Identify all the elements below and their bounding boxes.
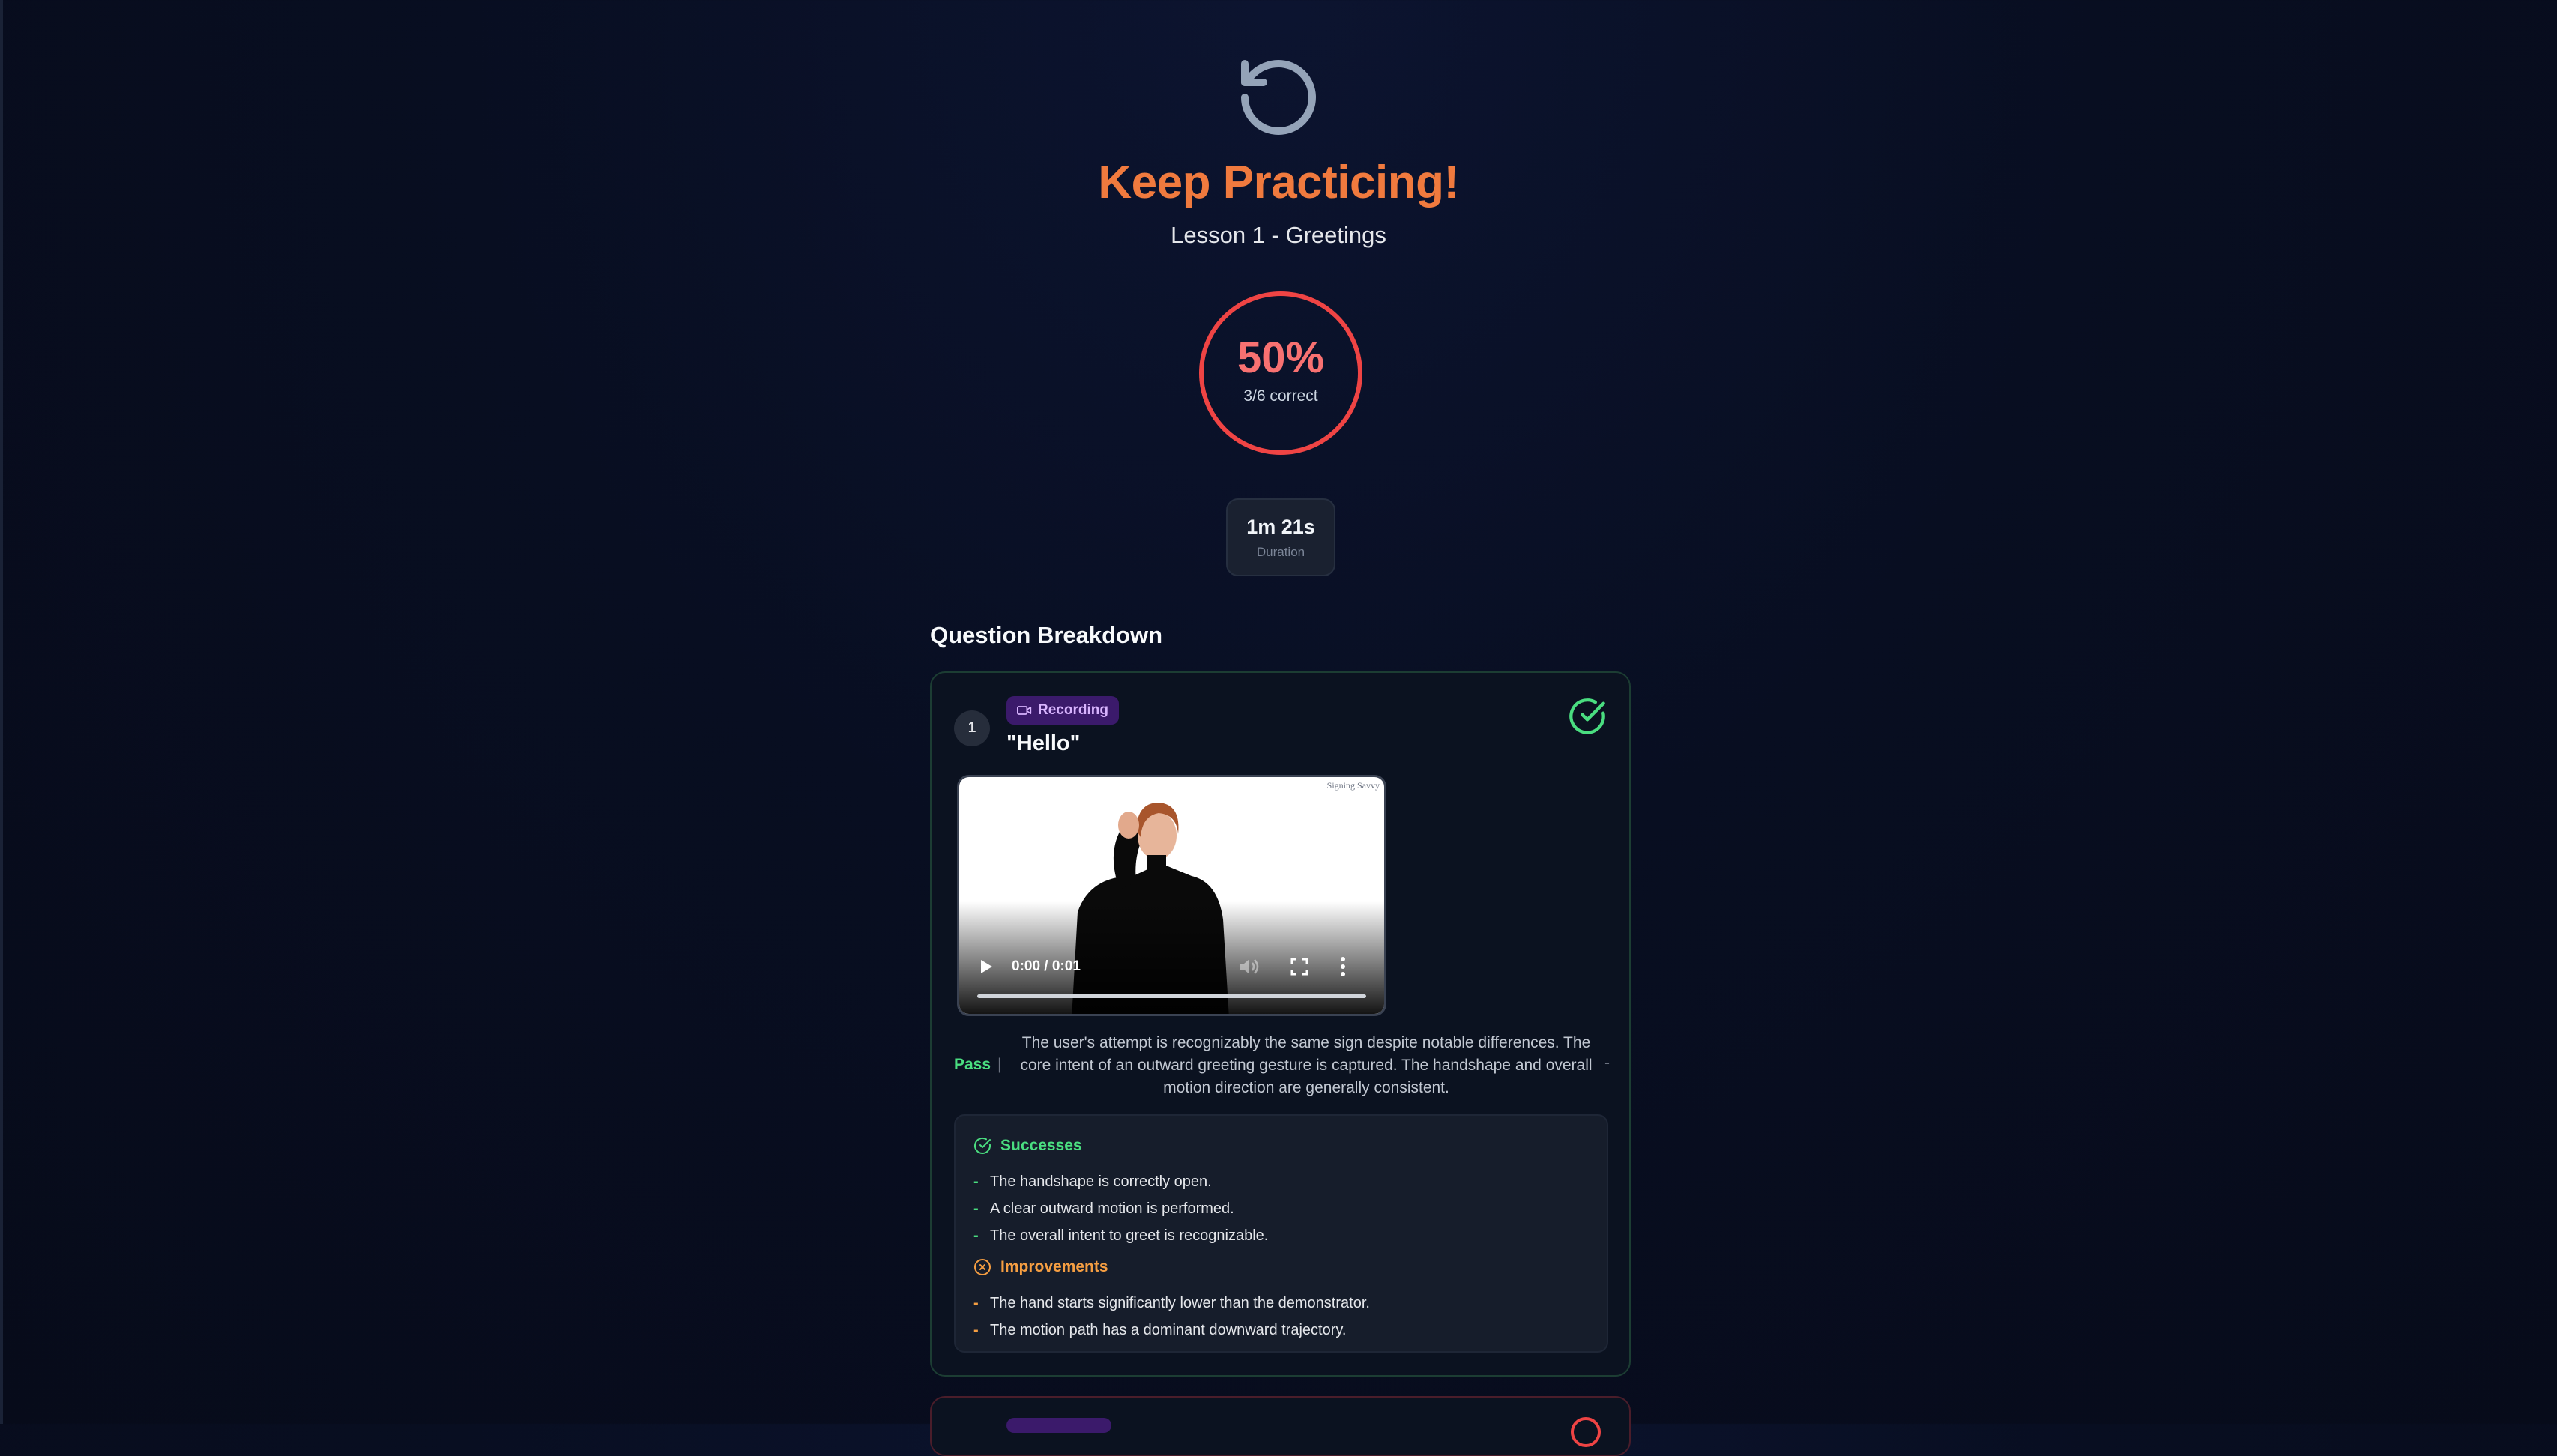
video-player[interactable]: Signing Savvy 0:00 / 0:01 <box>957 775 1386 1016</box>
successes-heading: Successes <box>973 1137 1082 1155</box>
list-item: - The motion path has a dominant downward… <box>973 1317 1370 1344</box>
duration-value: 1m 21s <box>1246 515 1315 538</box>
lesson-subtitle: Lesson 1 - Greetings <box>1171 222 1386 249</box>
success-text: A clear outward motion is performed. <box>990 1200 1234 1217</box>
list-dash: - <box>973 1321 979 1338</box>
question-type-badge: Recording <box>1006 696 1119 725</box>
result-label: Pass <box>954 1056 991 1073</box>
list-item: - The overall intent to greet is recogniz… <box>973 1222 1268 1249</box>
improvements-title: Improvements <box>1000 1258 1108 1275</box>
video-progress-bar[interactable] <box>977 994 1366 998</box>
question-card: 1 Recording "Hello" Signing Savvy 0:00 /… <box>930 671 1631 1377</box>
volume-icon[interactable] <box>1238 957 1259 976</box>
list-dash: - <box>973 1227 979 1244</box>
feedback-panel: Successes - The handshape is correctly op… <box>954 1114 1608 1353</box>
successes-title: Successes <box>1000 1137 1082 1154</box>
success-text: The overall intent to greet is recogniza… <box>990 1227 1269 1244</box>
list-item: -A clear outward motion is performed. <box>973 1195 1268 1222</box>
list-dash: - <box>973 1294 979 1311</box>
fullscreen-icon[interactable] <box>1290 958 1308 976</box>
play-icon[interactable] <box>979 958 994 975</box>
more-options-icon[interactable] <box>1338 956 1347 977</box>
successes-list: - The handshape is correctly open. -A cle… <box>973 1168 1268 1249</box>
score-ring: 50% 3/6 correct <box>1199 291 1362 455</box>
result-explanation: The user's attempt is recognizably the s… <box>1020 1034 1593 1096</box>
score-correct-count: 3/6 correct <box>1243 387 1318 405</box>
next-question-card <box>930 1396 1631 1456</box>
improvements-list: - The hand starts significantly lower tha… <box>973 1290 1370 1344</box>
video-controls: 0:00 / 0:01 <box>959 946 1384 1014</box>
score-percent: 50% <box>1237 333 1325 382</box>
next-question-badge <box>1006 1418 1111 1433</box>
question-number: 1 <box>954 710 990 746</box>
question-word: "Hello" <box>1006 731 1081 755</box>
check-circle-icon <box>1569 698 1605 734</box>
video-time: 0:00 / 0:01 <box>1012 958 1081 974</box>
results-header: Keep Practicing! Lesson 1 - Greetings <box>0 52 2557 249</box>
retry-icon <box>1241 60 1316 135</box>
success-text: The handshape is correctly open. <box>990 1173 1212 1190</box>
x-circle-icon <box>974 1259 991 1275</box>
list-dash: - <box>973 1173 979 1190</box>
evaluation-result: Pass | The user's attempt is recognizabl… <box>954 1032 1610 1099</box>
video-watermark: Signing Savvy <box>1326 780 1380 791</box>
video-camera-icon <box>1017 706 1032 715</box>
improvement-text: The motion path has a dominant downward … <box>990 1321 1347 1338</box>
duration-label: Duration <box>1256 544 1305 559</box>
page-title: Keep Practicing! <box>1098 157 1459 208</box>
question-type-label: Recording <box>1038 702 1108 718</box>
improvement-text: The hand starts significantly lower than… <box>990 1294 1370 1311</box>
x-circle-icon <box>1571 1417 1601 1447</box>
list-item: - The handshape is correctly open. <box>973 1168 1268 1195</box>
improvements-heading: Improvements <box>973 1258 1108 1276</box>
list-dash: - <box>973 1200 979 1217</box>
result-separator: | <box>997 1056 1002 1073</box>
duration-card: 1m 21s Duration <box>1226 498 1335 576</box>
result-trailing-dash: - <box>1604 1054 1610 1072</box>
breakdown-heading: Question Breakdown <box>930 622 1163 648</box>
check-circle-icon <box>974 1137 991 1154</box>
list-item: - The hand starts significantly lower tha… <box>973 1290 1370 1317</box>
